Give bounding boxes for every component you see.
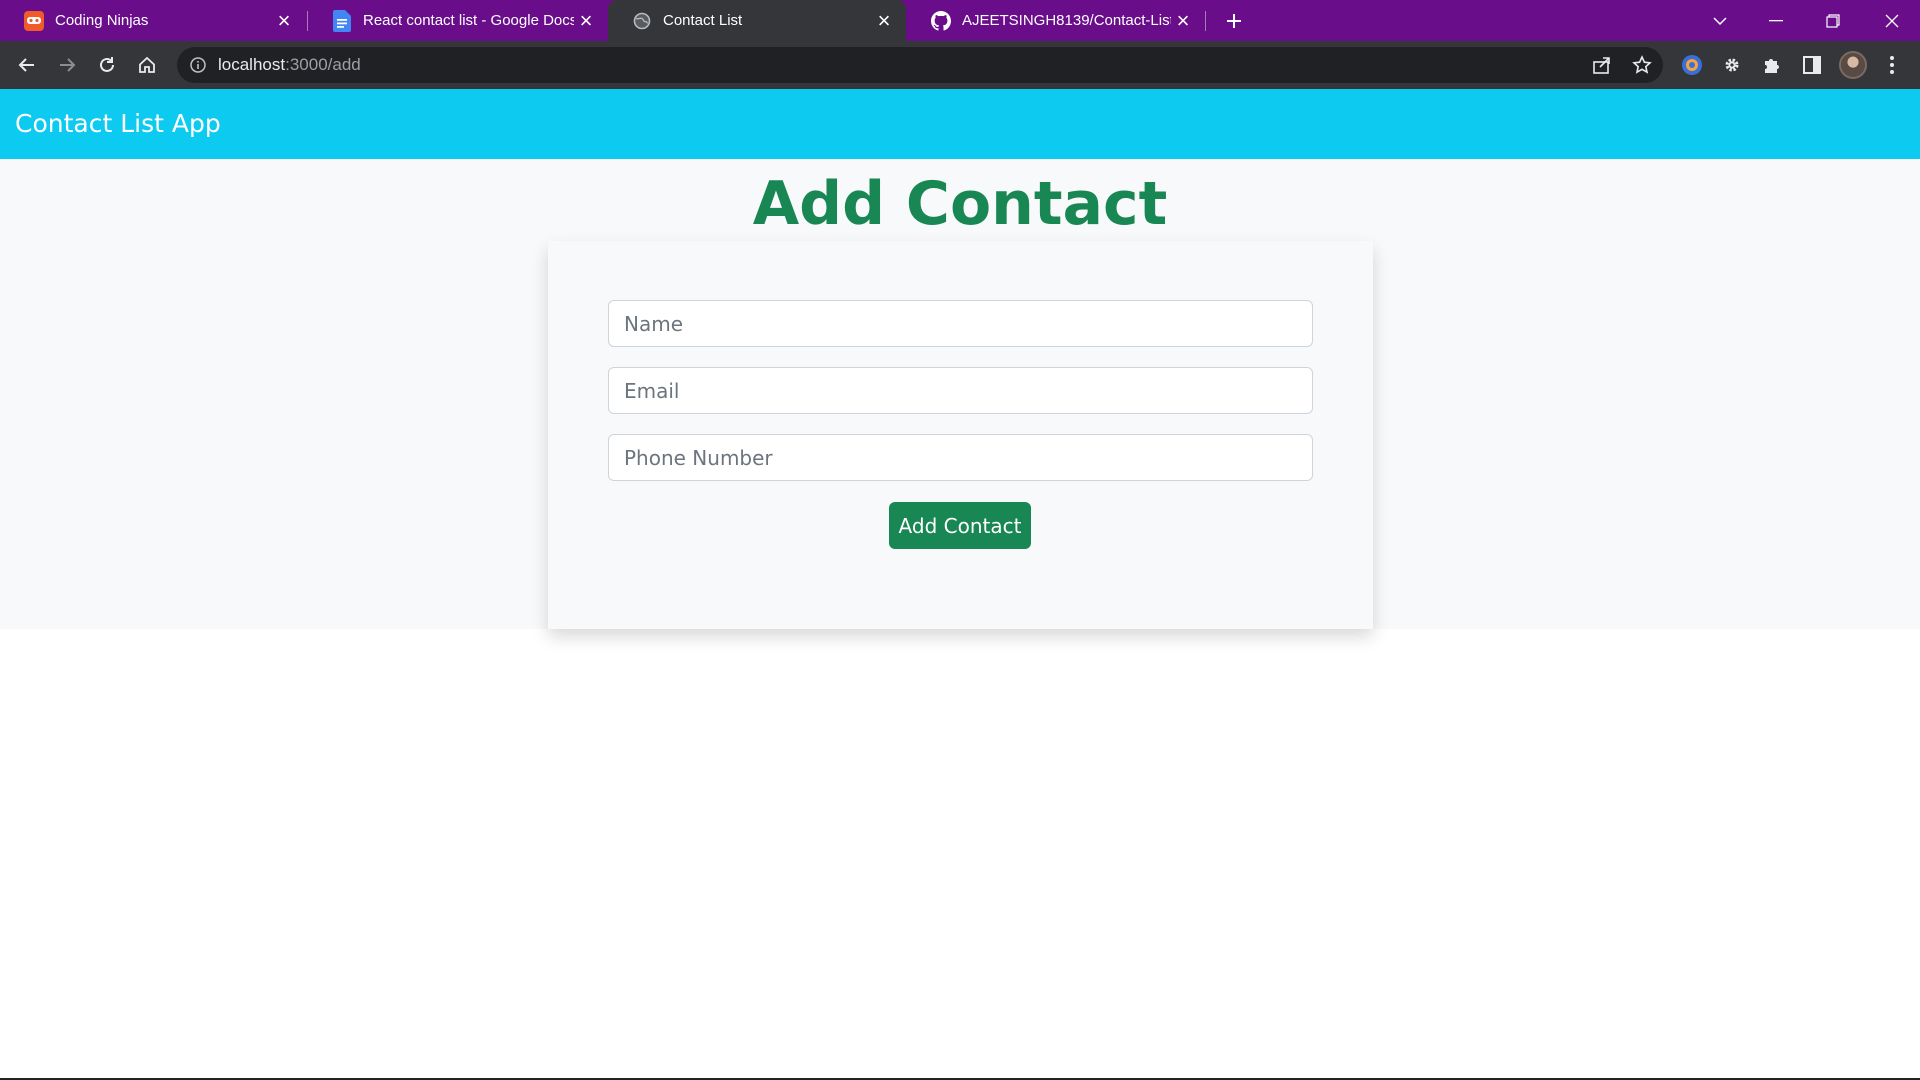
coding-ninjas-icon bbox=[24, 10, 44, 31]
phone-input[interactable] bbox=[608, 434, 1313, 481]
tab-contact-list[interactable]: Contact List × bbox=[608, 0, 906, 41]
close-icon[interactable]: × bbox=[1171, 9, 1195, 33]
minimize-icon[interactable] bbox=[1748, 0, 1804, 41]
tab-github[interactable]: AJEETSINGH8139/Contact-List × bbox=[907, 0, 1205, 41]
tab-title: React contact list - Google Docs bbox=[363, 12, 574, 29]
extensions-puzzle-icon[interactable] bbox=[1760, 53, 1784, 77]
url-path: :3000/add bbox=[285, 55, 361, 74]
more-menu-icon[interactable] bbox=[1880, 53, 1904, 77]
extension-shield-icon[interactable] bbox=[1680, 53, 1704, 77]
reload-icon[interactable] bbox=[91, 49, 123, 81]
app-brand[interactable]: Contact List App bbox=[15, 89, 221, 159]
tab-title: AJEETSINGH8139/Contact-List bbox=[962, 12, 1171, 29]
profile-avatar[interactable] bbox=[1839, 51, 1867, 79]
close-icon[interactable]: × bbox=[574, 9, 598, 33]
forward-icon[interactable] bbox=[51, 49, 83, 81]
browser-tab-strip: Coding Ninjas × React contact list - Goo… bbox=[0, 0, 1920, 41]
back-icon[interactable] bbox=[11, 49, 43, 81]
github-icon bbox=[931, 10, 951, 31]
restore-icon[interactable] bbox=[1805, 0, 1861, 41]
browser-toolbar: localhost:3000/add bbox=[0, 41, 1920, 89]
name-input[interactable] bbox=[608, 300, 1313, 347]
page-title: Add Contact bbox=[752, 169, 1168, 239]
side-panel-icon[interactable] bbox=[1800, 53, 1824, 77]
google-docs-icon bbox=[332, 9, 352, 32]
address-bar[interactable]: localhost:3000/add bbox=[177, 47, 1663, 83]
settings-gear-icon[interactable] bbox=[1720, 53, 1744, 77]
tab-coding-ninjas[interactable]: Coding Ninjas × bbox=[0, 0, 306, 41]
site-info-icon[interactable] bbox=[189, 56, 207, 74]
email-input[interactable] bbox=[608, 367, 1313, 414]
share-icon[interactable] bbox=[1590, 53, 1614, 77]
bookmark-star-icon[interactable] bbox=[1630, 53, 1654, 77]
url-text: localhost:3000/add bbox=[218, 47, 361, 83]
url-host: localhost bbox=[218, 55, 286, 74]
home-icon[interactable] bbox=[131, 49, 163, 81]
close-icon[interactable]: × bbox=[272, 9, 296, 33]
close-icon[interactable]: × bbox=[872, 9, 896, 33]
tab-separator bbox=[1205, 11, 1206, 31]
add-contact-form: Add Contact bbox=[548, 241, 1373, 629]
tab-google-docs[interactable]: React contact list - Google Docs × bbox=[308, 0, 608, 41]
app-navbar: Contact List App bbox=[0, 89, 1920, 159]
window-close-icon[interactable] bbox=[1864, 0, 1920, 41]
tab-search-icon[interactable] bbox=[1692, 0, 1748, 41]
tab-title: Contact List bbox=[663, 12, 743, 29]
new-tab-icon[interactable] bbox=[1219, 6, 1249, 36]
globe-icon bbox=[632, 11, 652, 31]
add-contact-button[interactable]: Add Contact bbox=[889, 502, 1031, 549]
page-content: Contact List App Add Contact Add Contact bbox=[0, 89, 1920, 1080]
tab-title: Coding Ninjas bbox=[55, 12, 149, 29]
